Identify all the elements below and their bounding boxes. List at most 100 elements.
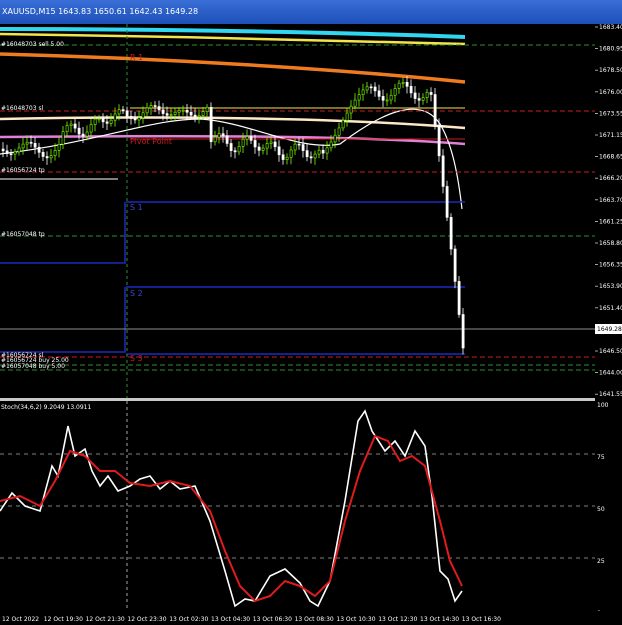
ma-cream xyxy=(0,116,466,130)
candle-body xyxy=(253,140,257,148)
price-tick-label: 1663.70 xyxy=(599,197,622,204)
candle-body xyxy=(429,92,433,95)
candle-body xyxy=(157,106,161,111)
candle-body xyxy=(393,88,397,96)
candle-body xyxy=(369,86,373,89)
candle-body xyxy=(341,120,345,129)
candle-body xyxy=(137,117,141,121)
stoch-tick-label: 75 xyxy=(597,454,605,461)
candle-body xyxy=(73,123,77,129)
candle-body xyxy=(381,96,385,101)
time-tick-label: 13 Oct 10:30 xyxy=(336,616,375,623)
candle-body xyxy=(89,124,93,133)
candle-body xyxy=(409,86,413,94)
candle-body xyxy=(417,98,421,101)
candle-body xyxy=(177,109,181,113)
candle-body xyxy=(441,155,445,187)
buy-label-2: #16057048 buy 5.00 xyxy=(1,363,65,370)
price-tick-label: 1661.25 xyxy=(599,218,622,225)
candle-body xyxy=(237,146,241,153)
price-tick-label: 1646.50 xyxy=(599,348,622,355)
time-tick-label: 12 Oct 23:30 xyxy=(127,616,166,623)
candle-body xyxy=(133,118,137,121)
time-axis[interactable]: 12 Oct 2022 12 Oct 19:30 12 Oct 21:30 12 Oc… xyxy=(0,611,622,625)
s2-label: S 2 xyxy=(130,289,143,298)
candle-body xyxy=(81,133,85,137)
candle-body xyxy=(185,109,189,113)
chart-title-text: XAUUSD,M15 1643.83 1650.61 1642.43 1649.… xyxy=(2,7,199,16)
candle-body xyxy=(105,121,109,124)
candle-body xyxy=(173,111,177,115)
candle-body xyxy=(141,112,145,118)
price-tick-label: 1651.40 xyxy=(599,305,622,312)
candle-body xyxy=(337,127,341,136)
candle-body xyxy=(281,154,285,160)
candle-body xyxy=(321,149,325,154)
s3-label: S 3 xyxy=(130,354,143,363)
time-tick-label: 13 Oct 08:30 xyxy=(295,616,334,623)
candle-body xyxy=(117,109,121,115)
candle-body xyxy=(33,143,37,148)
candle-body xyxy=(273,141,277,148)
candle-body xyxy=(93,118,97,125)
candle-body xyxy=(49,155,53,159)
candle-body xyxy=(181,109,185,112)
candle-body xyxy=(353,99,357,107)
candle-body xyxy=(85,131,89,137)
candle-body xyxy=(333,134,337,143)
sell-order-label: #16048703 sell 5.00 xyxy=(1,41,64,48)
candle-body xyxy=(437,125,441,157)
price-chart-panel[interactable]: #16048703 sell 5.00 #16048703 sl #160567… xyxy=(0,24,595,398)
candle-body xyxy=(209,106,213,143)
stochastic-panel[interactable]: Stoch(34,6,2) 9.2049 13.0911 xyxy=(0,401,595,611)
price-tick-label: 1666.20 xyxy=(599,175,622,182)
candle-body xyxy=(77,127,81,135)
candle-body xyxy=(297,143,301,146)
price-tick-label: 1644.00 xyxy=(599,370,622,377)
candle-body xyxy=(345,112,349,121)
candle-body xyxy=(325,147,329,154)
candle-body xyxy=(385,99,389,102)
current-price-label: 1649.28 xyxy=(597,326,622,333)
candle-body xyxy=(257,146,261,151)
candle-body xyxy=(189,111,193,116)
candle-body xyxy=(261,147,265,151)
candle-body xyxy=(53,150,57,156)
price-tick-label: 1641.55 xyxy=(599,391,622,398)
candle-body xyxy=(197,115,201,117)
candle-body xyxy=(445,186,449,218)
time-tick-label: 13 Oct 16:30 xyxy=(462,616,501,623)
time-tick-label: 13 Oct 02:30 xyxy=(169,616,208,623)
pivot-label: Pivot Point xyxy=(130,137,172,146)
stoch-tick-label: 50 xyxy=(597,506,605,513)
candle-body xyxy=(201,111,205,116)
stoch-scale[interactable]: 1007550250 xyxy=(595,401,622,611)
stoch-signal-line xyxy=(0,434,463,603)
candle-body xyxy=(169,114,173,116)
candle-body xyxy=(25,141,29,145)
time-tick-label: 13 Oct 12:30 xyxy=(378,616,417,623)
candle-body xyxy=(217,133,221,138)
candle-body xyxy=(69,123,73,126)
candle-body xyxy=(101,118,105,123)
price-tick-label: 1656.35 xyxy=(599,262,622,269)
candle-body xyxy=(149,105,153,109)
candle-body xyxy=(65,125,69,132)
candle-body xyxy=(397,82,401,89)
candle-body xyxy=(313,153,317,159)
candle-body xyxy=(329,141,333,149)
candle-body xyxy=(125,110,129,117)
candle-body xyxy=(229,143,233,151)
candle-body xyxy=(413,92,417,99)
candle-body xyxy=(373,86,377,92)
price-scale[interactable]: 1683.40 1680.95 1678.50 1676.00 1673.55 1671.… xyxy=(595,24,622,398)
price-tick-label: 1676.00 xyxy=(599,89,622,96)
time-tick-label: 13 Oct 06:30 xyxy=(253,616,292,623)
candle-body xyxy=(1,148,5,152)
candle-body xyxy=(193,114,197,117)
chart-window-title[interactable]: XAUUSD,M15 1643.83 1650.61 1642.43 1649.… xyxy=(0,0,622,24)
candle-body xyxy=(221,133,225,137)
candle-body xyxy=(433,94,437,126)
candle-body xyxy=(113,113,117,121)
candle-body xyxy=(249,136,253,141)
